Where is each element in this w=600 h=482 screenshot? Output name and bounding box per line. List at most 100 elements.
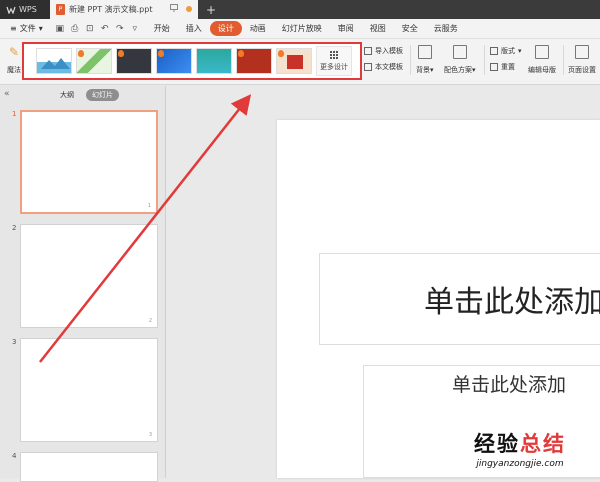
current-slide[interactable]: 单击此处添加 单击此处添加 (277, 120, 600, 478)
wps-home-tab[interactable]: WPS (0, 0, 50, 19)
template-icon (364, 63, 372, 71)
reset-icon (490, 63, 498, 71)
template-thumb[interactable] (76, 48, 112, 74)
slide-corner-number: 3 (148, 432, 152, 438)
slides-panel: « 大纲 幻灯片 1 1 2 2 3 3 4 (0, 86, 166, 482)
template-thumb[interactable] (36, 48, 72, 74)
template-thumb[interactable] (116, 48, 152, 74)
print-icon[interactable]: ⎙ (70, 24, 80, 34)
magic-wand-icon: ✎ (8, 45, 20, 59)
tab-slides[interactable]: 幻灯片 (86, 89, 119, 101)
slide-number: 1 (12, 110, 17, 118)
wps-logo-icon (6, 6, 16, 14)
chevron-down-icon: ▾ (518, 47, 522, 55)
new-tab-button[interactable]: + (198, 0, 224, 19)
tab-slideshow[interactable]: 幻灯片放映 (274, 21, 330, 36)
chevron-down-icon: ▾ (430, 66, 434, 74)
tab-home[interactable]: 开始 (146, 21, 178, 36)
customize-icon[interactable]: ▿ (130, 24, 140, 34)
save-icon[interactable]: ▣ (55, 24, 65, 34)
quick-access-toolbar: ▣ ⎙ ⊡ ↶ ↷ ▿ (49, 24, 146, 34)
more-designs-button[interactable]: 更多设计 (316, 46, 352, 76)
slide-corner-number: 2 (148, 318, 152, 324)
file-menu[interactable]: ≡ 文件 ▾ (4, 23, 49, 34)
tab-view[interactable]: 视图 (362, 21, 394, 36)
design-template-gallery: 更多设计 (22, 42, 362, 80)
menu-bar: ≡ 文件 ▾ ▣ ⎙ ⊡ ↶ ↷ ▿ 开始 插入 设计 动画 幻灯片放映 审阅 … (0, 19, 600, 39)
template-thumb[interactable] (196, 48, 232, 74)
text-template-label: 本文模板 (375, 63, 403, 71)
tab-insert[interactable]: 插入 (178, 21, 210, 36)
reset-label: 重置 (501, 63, 515, 71)
monitor-icon[interactable] (170, 4, 178, 12)
palette-icon (452, 45, 467, 59)
tab-security[interactable]: 安全 (394, 21, 426, 36)
print-preview-icon[interactable]: ⊡ (85, 24, 95, 34)
reset-button[interactable]: 重置 (490, 61, 522, 73)
edit-master-label: 编辑母版 (528, 66, 556, 74)
import-template-button[interactable]: 导入模板 (364, 45, 403, 57)
watermark-logo-text: 经验总结 (474, 432, 566, 456)
file-menu-label: 文件 (19, 24, 36, 33)
master-slide-icon (535, 45, 549, 59)
slide-thumbnail[interactable]: 1 (20, 110, 158, 214)
document-tab[interactable]: P 新建 PPT 演示文稿.ppt (50, 0, 198, 19)
page-setup-button[interactable]: 页面设置 (568, 45, 596, 75)
tab-cloud[interactable]: 云服务 (426, 21, 466, 36)
template-thumb[interactable] (276, 48, 312, 74)
magic-label: 魔法 (7, 66, 21, 74)
unsaved-dot-icon (186, 6, 192, 12)
undo-icon[interactable]: ↶ (100, 24, 110, 34)
title-bar: WPS P 新建 PPT 演示文稿.ppt + (0, 0, 600, 19)
background-button[interactable]: 背景▾ (416, 45, 434, 75)
chevron-down-icon: ▾ (472, 66, 476, 74)
slide-thumbnail-item[interactable]: 3 3 (8, 338, 160, 442)
design-ribbon: ✎ 魔法 更多设计 导入模板 本文模板 背景▾ 配色方案▾ 版式 ▾ 重置 编辑… (0, 39, 600, 85)
layout-group: 版式 ▾ 重置 (490, 45, 522, 77)
premium-flame-icon (278, 50, 284, 57)
site-watermark: 经验总结 jingyanzongjie.com (440, 428, 600, 469)
magic-button[interactable]: ✎ 魔法 (6, 45, 22, 75)
tab-design[interactable]: 设计 (209, 21, 242, 36)
template-import-group: 导入模板 本文模板 (364, 45, 403, 77)
slide-thumbnail[interactable]: 3 (20, 338, 158, 442)
color-scheme-label: 配色方案 (444, 66, 472, 74)
ppt-file-icon: P (56, 4, 65, 15)
page-setup-icon (575, 45, 589, 59)
redo-icon[interactable]: ↷ (115, 24, 125, 34)
template-thumb[interactable] (156, 48, 192, 74)
panel-view-tabs: 大纲 幻灯片 (54, 89, 119, 101)
slide-number: 3 (12, 338, 17, 346)
background-icon (417, 45, 432, 59)
template-thumb[interactable] (236, 48, 272, 74)
premium-flame-icon (78, 50, 84, 57)
premium-flame-icon (238, 50, 244, 57)
slide-thumbnail[interactable]: 2 (20, 224, 158, 328)
premium-flame-icon (158, 50, 164, 57)
slide-canvas: 单击此处添加 单击此处添加 (167, 86, 600, 478)
tab-review[interactable]: 审阅 (330, 21, 362, 36)
page-setup-label: 页面设置 (568, 66, 596, 74)
ribbon-divider (563, 45, 564, 75)
layout-button[interactable]: 版式 ▾ (490, 45, 522, 57)
title-placeholder[interactable]: 单击此处添加 (319, 253, 600, 345)
import-template-label: 导入模板 (375, 47, 403, 55)
slide-thumbnail-item[interactable]: 1 1 (8, 110, 160, 216)
wps-tab-label: WPS (19, 5, 37, 14)
ribbon-divider (484, 45, 485, 75)
document-tab-label: 新建 PPT 演示文稿.ppt (69, 5, 153, 14)
chevron-down-icon: ▾ (38, 24, 43, 33)
import-icon (364, 47, 372, 55)
tab-outline[interactable]: 大纲 (54, 89, 80, 101)
mountain-icon (41, 58, 70, 69)
slide-thumbnail-item[interactable]: 2 2 (8, 224, 160, 328)
watermark-url: jingyanzongjie.com (476, 459, 564, 469)
collapse-panel-icon[interactable]: « (4, 89, 10, 99)
grid-icon (330, 50, 338, 59)
color-scheme-button[interactable]: 配色方案▾ (444, 45, 476, 75)
hamburger-icon: ≡ (10, 24, 17, 33)
background-label: 背景 (416, 66, 430, 74)
edit-master-button[interactable]: 编辑母版 (528, 45, 556, 75)
text-template-button[interactable]: 本文模板 (364, 61, 403, 73)
tab-animation[interactable]: 动画 (242, 21, 274, 36)
